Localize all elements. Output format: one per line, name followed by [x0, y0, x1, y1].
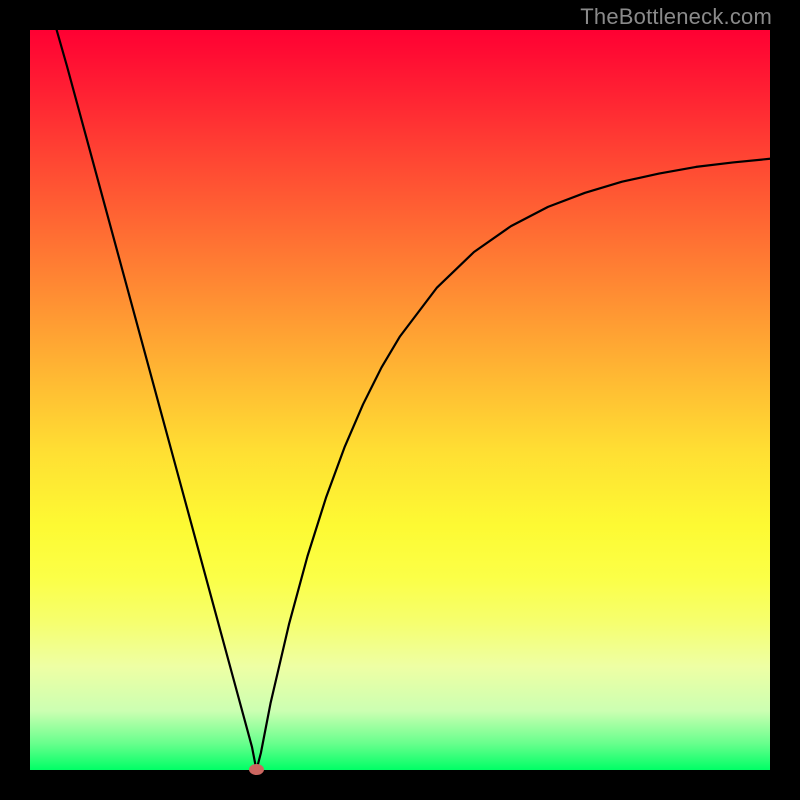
chart-frame: TheBottleneck.com [0, 0, 800, 800]
minimum-marker [249, 764, 264, 775]
bottleneck-curve [30, 30, 770, 770]
curve-path [57, 30, 770, 770]
watermark-text: TheBottleneck.com [580, 4, 772, 30]
plot-area [30, 30, 770, 770]
